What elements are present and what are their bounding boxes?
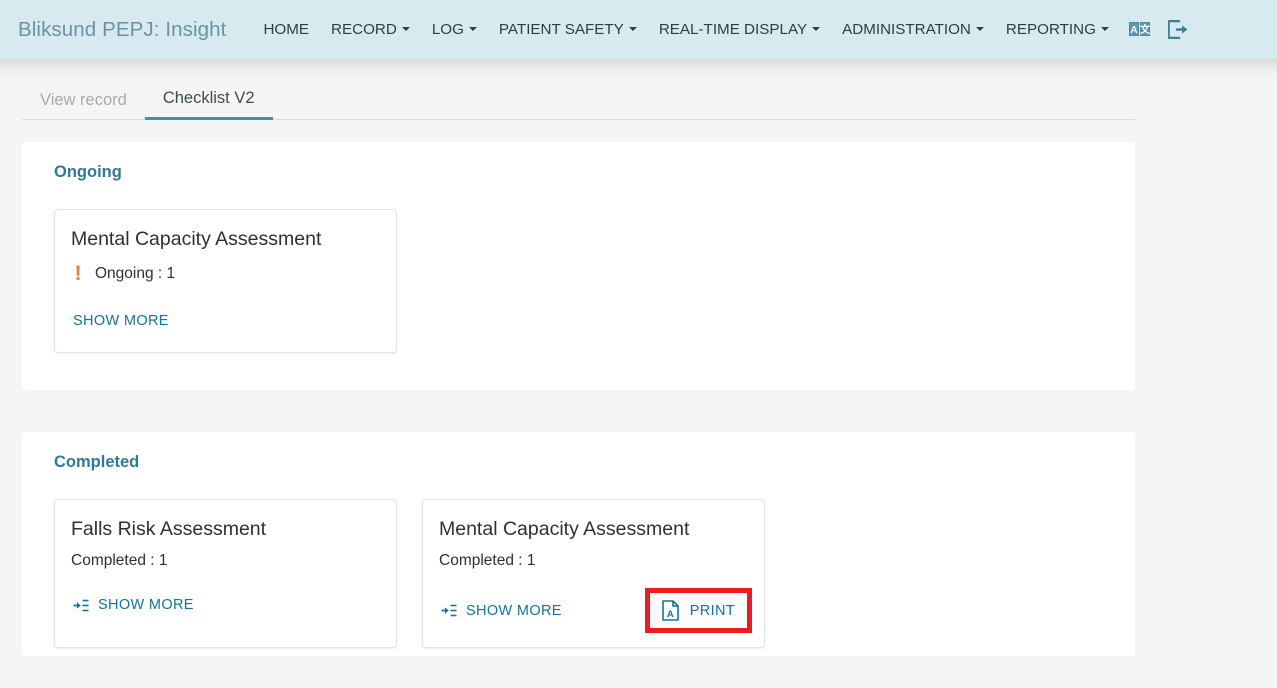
checklist-card[interactable]: Mental Capacity Assessment ! Ongoing : 1… <box>54 208 397 353</box>
nav-item-label: RECORD <box>331 20 397 38</box>
show-more-label: SHOW MORE <box>98 597 194 614</box>
chevron-down-icon <box>468 27 477 32</box>
card-actions: SHOW MORE <box>71 304 380 338</box>
nav-item-real-time-display[interactable]: REAL-TIME DISPLAY <box>648 22 831 37</box>
chevron-down-icon <box>401 27 410 32</box>
completed-panel: Completed Falls Risk Assessment Complete… <box>22 432 1135 656</box>
navbar-shadow <box>0 59 1277 79</box>
ongoing-card-row: Mental Capacity Assessment ! Ongoing : 1… <box>38 208 1119 353</box>
card-status-label: Completed : 1 <box>71 551 168 569</box>
show-more-label: SHOW MORE <box>73 312 169 329</box>
nav-item-log[interactable]: LOG <box>421 22 488 37</box>
show-more-button[interactable]: SHOW MORE <box>439 598 564 625</box>
card-status: Completed : 1 <box>71 553 380 569</box>
nav-item-record[interactable]: RECORD <box>320 22 421 37</box>
card-actions: SHOW MORE A PRINT <box>439 588 752 634</box>
nav-item-administration[interactable]: ADMINISTRATION <box>831 22 995 37</box>
ongoing-panel: Ongoing Mental Capacity Assessment ! Ong… <box>22 142 1135 390</box>
nav-item-reporting[interactable]: REPORTING <box>995 22 1120 37</box>
chevron-down-icon <box>1100 27 1109 32</box>
indent-icon <box>441 604 457 617</box>
indent-icon <box>73 599 89 612</box>
show-more-button[interactable]: SHOW MORE <box>71 592 196 619</box>
show-more-label: SHOW MORE <box>466 602 562 619</box>
nav-item-label: LOG <box>431 20 464 38</box>
tab-view-record[interactable]: View record <box>22 90 145 120</box>
chevron-down-icon <box>975 27 984 32</box>
nav-item-label: REPORTING <box>1005 20 1096 38</box>
card-status: Completed : 1 <box>439 553 748 569</box>
card-title: Mental Capacity Assessment <box>71 227 322 250</box>
print-button-highlight: A PRINT <box>644 588 752 634</box>
nav-item-label: REAL-TIME DISPLAY <box>658 20 808 38</box>
checklist-card[interactable]: Mental Capacity Assessment Completed : 1 <box>422 498 765 649</box>
nav-item-patient-safety[interactable]: PATIENT SAFETY <box>488 22 648 37</box>
print-button[interactable]: A PRINT <box>649 593 747 629</box>
translate-icon[interactable]: A 文 <box>1120 22 1159 37</box>
svg-text:文: 文 <box>1140 23 1150 36</box>
card-title: Falls Risk Assessment <box>71 517 267 540</box>
card-title: Mental Capacity Assessment <box>439 517 690 540</box>
chevron-down-icon <box>812 27 821 32</box>
tab-label: Checklist V2 <box>162 88 255 107</box>
tab-checklist-v2[interactable]: Checklist V2 <box>144 88 273 120</box>
nav-item-home[interactable]: HOME <box>252 22 320 37</box>
chevron-down-icon <box>628 27 637 32</box>
page-content: View record Checklist V2 Ongoing Mental … <box>0 74 1277 656</box>
show-more-button[interactable]: SHOW MORE <box>71 308 171 335</box>
tab-bar: View record Checklist V2 <box>22 74 1135 120</box>
nav-item-label: PATIENT SAFETY <box>498 20 624 38</box>
pdf-file-icon: A <box>661 600 679 622</box>
nav-menu: HOME RECORD LOG PATIENT SAFETY REAL-TIME… <box>252 20 1197 39</box>
exclamation-icon: ! <box>74 261 82 285</box>
card-status-label: Ongoing : 1 <box>95 264 176 282</box>
card-status-label: Completed : 1 <box>439 551 536 569</box>
print-label: PRINT <box>689 602 735 619</box>
svg-text:A: A <box>667 609 674 620</box>
card-actions: SHOW MORE <box>71 588 380 622</box>
completed-section-title: Completed <box>54 453 140 471</box>
checklist-card[interactable]: Falls Risk Assessment Completed : 1 SHOW… <box>54 498 397 649</box>
completed-card-row: Falls Risk Assessment Completed : 1 SHOW… <box>38 498 1119 649</box>
ongoing-section-title: Ongoing <box>54 163 122 181</box>
sign-out-icon[interactable] <box>1159 20 1198 39</box>
svg-text:A: A <box>1130 25 1137 36</box>
nav-item-label: ADMINISTRATION <box>842 20 971 38</box>
main-navbar: Bliksund PEPJ: Insight HOME RECORD LOG P… <box>0 0 1277 79</box>
tab-label: View record <box>40 90 127 109</box>
card-status: ! Ongoing : 1 <box>71 263 380 284</box>
nav-item-label: HOME <box>263 20 310 38</box>
brand-title[interactable]: Bliksund PEPJ: Insight <box>18 18 226 42</box>
